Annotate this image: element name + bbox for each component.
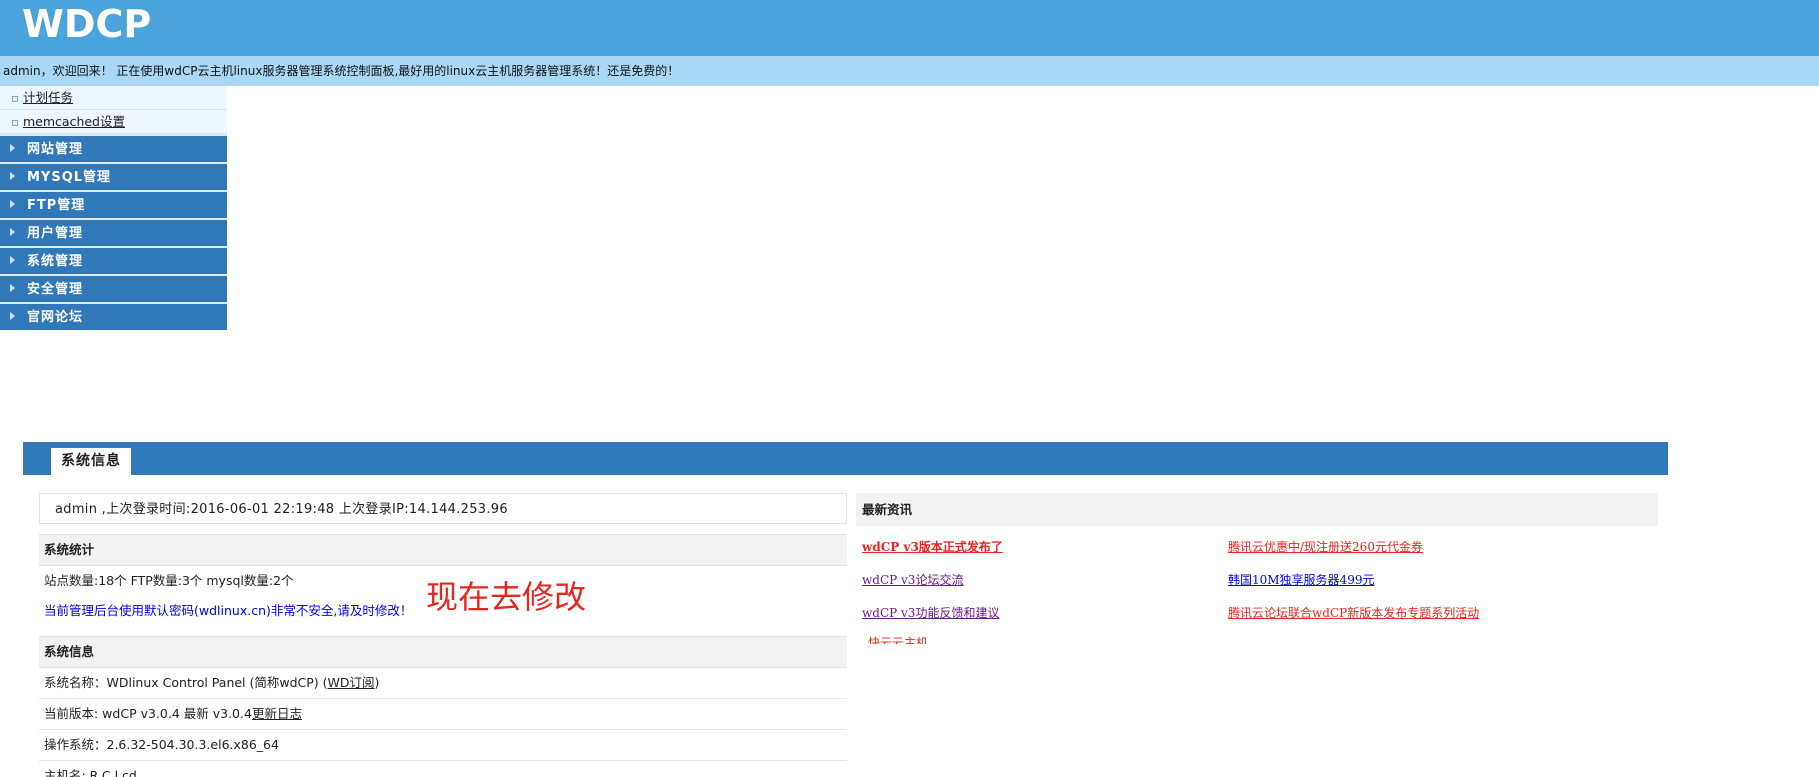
sidebar-menu-website[interactable]: 网站管理 (0, 134, 227, 162)
sidebar-menu-label: FTP管理 (27, 198, 86, 213)
changelog-link[interactable]: 更新日志 (252, 706, 302, 721)
triangle-right-icon (10, 256, 15, 264)
sidebar-subitem-label[interactable]: 计划任务 (23, 90, 73, 105)
news-item[interactable]: 快云云主机 (868, 636, 928, 644)
news-item[interactable]: 腾讯云优惠中/现注册送260元代金券 (1228, 538, 1423, 555)
system-name-text: 系统名称：WDlinux Control Panel (简称wdCP) ( (44, 675, 328, 690)
square-bullet-icon (12, 95, 18, 102)
triangle-right-icon (10, 200, 15, 208)
sidebar-menu-label: 安全管理 (27, 282, 84, 297)
sidebar-menu-mysql[interactable]: MYSQL管理 (0, 162, 227, 190)
square-bullet-icon (12, 119, 18, 126)
stats-section-title: 系统统计 (39, 534, 847, 566)
sidebar-menu-label: 系统管理 (27, 254, 84, 269)
sidebar-menu-forum[interactable]: 官网论坛 (0, 302, 227, 330)
news-column: 最新资讯 wdCP v3版本正式发布了 腾讯云优惠中/现注册送260元代金券 w… (856, 493, 1658, 644)
sidebar-menu-label: MYSQL管理 (27, 170, 112, 185)
top-header: WDCP (0, 0, 1819, 56)
news-item[interactable]: 腾讯云论坛联合wdCP新版本发布专题系列活动 (1228, 604, 1479, 621)
sidebar-subitem-label[interactable]: memcached设置 (23, 114, 125, 129)
triangle-right-icon (10, 172, 15, 180)
sidebar: 计划任务 memcached设置 网站管理 MYSQL管理 FTP管理 用户管理… (0, 86, 227, 330)
sidebar-menu-label: 网站管理 (27, 142, 84, 157)
news-title: 最新资讯 (856, 493, 1658, 526)
system-name-close: ) (374, 675, 380, 690)
triangle-right-icon (10, 284, 15, 292)
sidebar-menu-security[interactable]: 安全管理 (0, 274, 227, 302)
news-item[interactable]: wdCP v3版本正式发布了 (862, 538, 1003, 555)
version-row: 当前版本: wdCP v3.0.4 最新 v3.0.4更新日志 (39, 699, 847, 730)
welcome-bar: admin，欢迎回来！ 正在使用wdCP云主机linux服务器管理系统控制面板,… (0, 56, 1819, 86)
news-item-clipped: 快云云主机 (868, 634, 968, 644)
change-password-link[interactable]: 现在去修改 (426, 581, 586, 613)
tab-system-info[interactable]: 系统信息 (51, 448, 131, 475)
triangle-right-icon (10, 312, 15, 320)
panel-header-bar: 系统信息 (23, 442, 1668, 475)
info-section-title: 系统信息 (39, 636, 847, 668)
version-text: 当前版本: wdCP v3.0.4 最新 v3.0.4 (44, 706, 252, 721)
os-row: 操作系统：2.6.32-504.30.3.el6.x86_64 (39, 730, 847, 761)
triangle-right-icon (10, 228, 15, 236)
sidebar-menu-ftp[interactable]: FTP管理 (0, 190, 227, 218)
news-item[interactable]: 韩国10M独享服务器499元 (1228, 571, 1374, 588)
wd-subscribe-link[interactable]: WD订阅 (328, 675, 375, 690)
warning-text: 当前管理后台使用默认密码(wdlinux.cn)非常不安全,请及时修改！ (44, 603, 413, 618)
triangle-right-icon (10, 144, 15, 152)
logo: WDCP (22, 2, 152, 46)
system-info-column: admin ,上次登录时间:2016-06-01 22:19:48 上次登录IP… (39, 493, 847, 777)
last-login-info: admin ,上次登录时间:2016-06-01 22:19:48 上次登录IP… (39, 493, 847, 524)
news-item[interactable]: wdCP v3论坛交流 (862, 571, 963, 588)
sidebar-menu-label: 官网论坛 (27, 310, 84, 325)
hostname-row-partial: 主机名: R.C.l.cd... (44, 768, 149, 777)
default-password-warning: 当前管理后台使用默认密码(wdlinux.cn)非常不安全,请及时修改！ 现在去… (39, 581, 847, 626)
sidebar-subitem-cron[interactable]: 计划任务 (0, 86, 227, 110)
system-name-row: 系统名称：WDlinux Control Panel (简称wdCP) (WD订… (39, 668, 847, 699)
sidebar-menu-users[interactable]: 用户管理 (0, 218, 227, 246)
news-item[interactable]: wdCP v3功能反馈和建议 (862, 604, 999, 621)
sidebar-menu-label: 用户管理 (27, 226, 84, 241)
sidebar-subitem-memcached[interactable]: memcached设置 (0, 110, 227, 134)
sidebar-menu-system[interactable]: 系统管理 (0, 246, 227, 274)
